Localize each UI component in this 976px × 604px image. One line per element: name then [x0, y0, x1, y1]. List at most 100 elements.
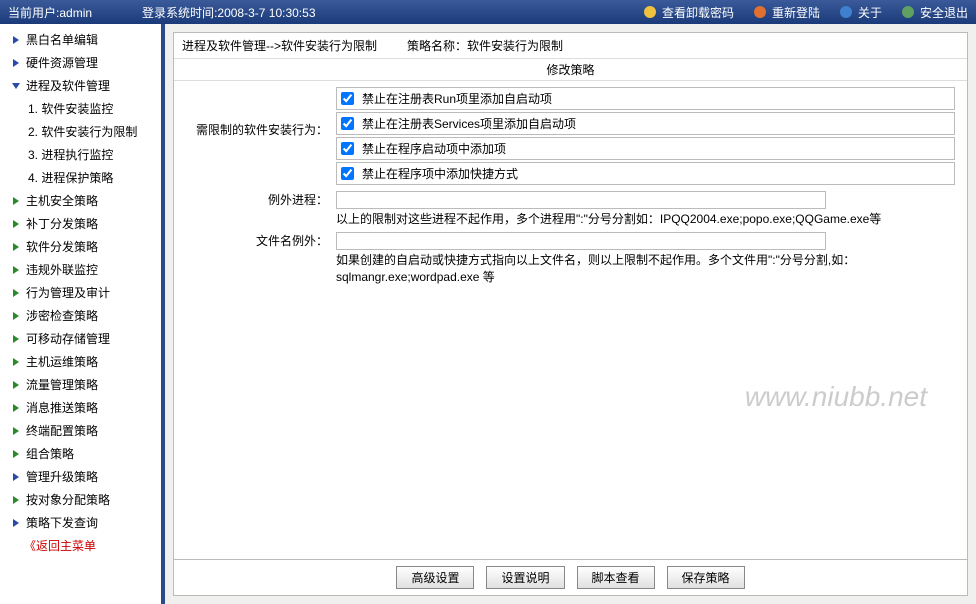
sidebar-item-12[interactable]: 消息推送策略: [0, 396, 164, 419]
chevron-right-icon: [10, 448, 22, 460]
restrict-row-0: 禁止在注册表Run项里添加自启动项: [336, 87, 955, 110]
sidebar-item-label: 主机安全策略: [26, 192, 98, 209]
sidebar-item-5[interactable]: 软件分发策略: [0, 235, 164, 258]
login-time: 登录系统时间:2008-3-7 10:30:53: [142, 4, 315, 21]
chevron-right-icon: [10, 195, 22, 207]
info-icon: [838, 4, 854, 20]
sidebar-item-label: 流量管理策略: [26, 376, 98, 393]
sidebar-subitem-2-2[interactable]: 3. 进程执行监控: [20, 143, 164, 166]
chevron-right-icon: [10, 494, 22, 506]
restrict-label-3: 禁止在程序项中添加快捷方式: [362, 165, 518, 182]
restrict-checkbox-3[interactable]: [341, 167, 354, 180]
sidebar-item-15[interactable]: 管理升级策略: [0, 465, 164, 488]
login-time-value: 2008-3-7 10:30:53: [217, 6, 315, 20]
sidebar-item-label: 补丁分发策略: [26, 215, 98, 232]
restrict-checkbox-2[interactable]: [341, 142, 354, 155]
sidebar-item-label: 涉密检查策略: [26, 307, 98, 324]
chevron-right-icon: [10, 356, 22, 368]
sidebar-item-7[interactable]: 行为管理及审计: [0, 281, 164, 304]
panel-title: 修改策略: [174, 59, 967, 81]
login-time-label: 登录系统时间: [142, 6, 214, 20]
restrict-label-0: 禁止在注册表Run项里添加自启动项: [362, 90, 552, 107]
chevron-right-icon: [10, 402, 22, 414]
sidebar-item-label: 按对象分配策略: [26, 491, 110, 508]
chevron-right-icon: [10, 287, 22, 299]
topbar-users[interactable]: 重新登陆: [752, 4, 820, 21]
chevron-right-icon: [10, 241, 22, 253]
footer-button-1[interactable]: 设置说明: [486, 566, 564, 589]
restrict-label-1: 禁止在注册表Services项里添加自启动项: [362, 115, 576, 132]
footer-button-0[interactable]: 高级设置: [396, 566, 474, 589]
sidebar-item-16[interactable]: 按对象分配策略: [0, 488, 164, 511]
policy-name: 策略名称：软件安装行为限制: [407, 37, 563, 54]
chevron-right-icon: [10, 57, 22, 69]
except-proc-label: 例外进程：: [268, 193, 328, 207]
user-label: 当前用户: [8, 6, 56, 20]
topbar-label: 关于: [858, 4, 882, 21]
sidebar-item-label: 终端配置策略: [26, 422, 98, 439]
sidebar-item-label: 硬件资源管理: [26, 54, 98, 71]
sidebar-item-17[interactable]: 策略下发查询: [0, 511, 164, 534]
restrict-row-1: 禁止在注册表Services项里添加自启动项: [336, 112, 955, 135]
restrict-row-3: 禁止在程序项中添加快捷方式: [336, 162, 955, 185]
topbar-label: 查看卸载密码: [662, 4, 734, 21]
sidebar-subitem-2-3[interactable]: 4. 进程保护策略: [20, 166, 164, 189]
sidebar-item-14[interactable]: 组合策略: [0, 442, 164, 465]
except-proc-input[interactable]: [336, 191, 826, 209]
chevron-right-icon: [10, 379, 22, 391]
key-icon: [642, 4, 658, 20]
except-file-input[interactable]: [336, 232, 826, 250]
restrict-checkbox-1[interactable]: [341, 117, 354, 130]
splitter[interactable]: [161, 24, 165, 604]
chevron-right-icon: [10, 471, 22, 483]
sidebar-item-label: 软件分发策略: [26, 238, 98, 255]
restrict-label-2: 禁止在程序启动项中添加项: [362, 140, 506, 157]
sidebar-item-6[interactable]: 违规外联监控: [0, 258, 164, 281]
footer-button-2[interactable]: 脚本查看: [577, 566, 655, 589]
chevron-right-icon: [10, 425, 22, 437]
topbar-info[interactable]: 关于: [838, 4, 882, 21]
sidebar-item-label: 组合策略: [26, 445, 74, 462]
chevron-right-icon: [10, 310, 22, 322]
topbar-label: 安全退出: [920, 4, 968, 21]
restrict-row-2: 禁止在程序启动项中添加项: [336, 137, 955, 160]
watermark: www.niubb.net: [745, 381, 927, 413]
button-bar: 高级设置设置说明脚本查看保存策略: [174, 559, 967, 595]
chevron-down-icon: [10, 80, 22, 92]
chevron-right-icon: [10, 264, 22, 276]
sidebar-item-label: 消息推送策略: [26, 399, 98, 416]
sidebar-item-label: 违规外联监控: [26, 261, 98, 278]
user-value: admin: [59, 6, 92, 20]
sidebar-item-9[interactable]: 可移动存储管理: [0, 327, 164, 350]
sidebar-item-label: 黑白名单编辑: [26, 31, 98, 48]
breadcrumb: 进程及软件管理-->软件安装行为限制: [182, 37, 377, 54]
sidebar-subitem-2-0[interactable]: 1. 软件安装监控: [20, 97, 164, 120]
restrict-checkbox-0[interactable]: [341, 92, 354, 105]
footer-button-3[interactable]: 保存策略: [667, 566, 745, 589]
users-icon: [752, 4, 768, 20]
sidebar-subitem-2-1[interactable]: 2. 软件安装行为限制: [20, 120, 164, 143]
chevron-right-icon: [10, 218, 22, 230]
sidebar-item-11[interactable]: 流量管理策略: [0, 373, 164, 396]
sidebar-item-label: 策略下发查询: [26, 514, 98, 531]
sidebar-item-4[interactable]: 补丁分发策略: [0, 212, 164, 235]
restrict-label: 需限制的软件安装行为：: [196, 123, 328, 137]
chevron-right-icon: [10, 333, 22, 345]
sidebar-item-label: 可移动存储管理: [26, 330, 110, 347]
sidebar-item-2[interactable]: 进程及软件管理: [0, 74, 164, 97]
except-file-hint: 如果创建的自启动或快捷方式指向以上文件名，则以上限制不起作用。多个文件用":"分…: [336, 252, 955, 286]
top-bar: 当前用户:admin 登录系统时间:2008-3-7 10:30:53 查看卸载…: [0, 0, 976, 24]
topbar-key[interactable]: 查看卸载密码: [642, 4, 734, 21]
sidebar-item-13[interactable]: 终端配置策略: [0, 419, 164, 442]
policy-panel: 进程及软件管理-->软件安装行为限制 策略名称：软件安装行为限制 修改策略 需限…: [173, 32, 968, 596]
topbar-exit[interactable]: 安全退出: [900, 4, 968, 21]
sidebar-item-8[interactable]: 涉密检查策略: [0, 304, 164, 327]
sidebar-item-label: 管理升级策略: [26, 468, 98, 485]
chevron-right-icon: [10, 517, 22, 529]
sidebar-item-3[interactable]: 主机安全策略: [0, 189, 164, 212]
sidebar-item-0[interactable]: 黑白名单编辑: [0, 28, 164, 51]
return-main-menu[interactable]: 《返回主菜单: [0, 534, 164, 557]
sidebar-item-10[interactable]: 主机运维策略: [0, 350, 164, 373]
sidebar-item-label: 主机运维策略: [26, 353, 98, 370]
sidebar-item-1[interactable]: 硬件资源管理: [0, 51, 164, 74]
